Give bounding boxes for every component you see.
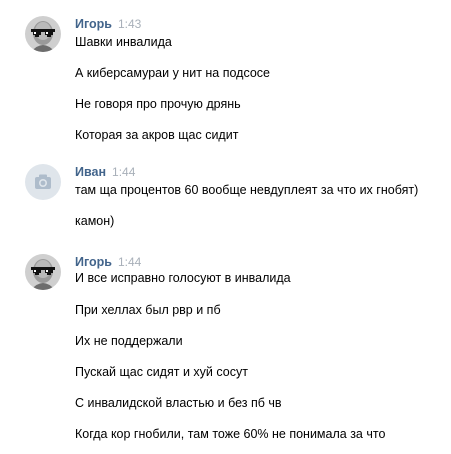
message-text: А киберсамураи у нит на подсосе [75,66,271,80]
message-text: Пускай щас сидят и хуй сосут [75,365,248,379]
camera-icon[interactable] [25,164,61,200]
message-text: При хеллах был рвр и пб [75,303,221,317]
timestamp[interactable]: 1:43 [118,17,141,31]
message-text: И все исправно голосуют в инвалида [75,271,291,285]
message-text: Которая за акров щас сидит [75,128,239,142]
timestamp[interactable]: 1:44 [118,255,141,269]
author-name[interactable]: Игорь [75,17,112,31]
message-text: С инвалидской властью и без пб чв [75,396,282,410]
message-text: там ща процентов 60 вообще невдуплеят за… [75,183,419,197]
chat-history: Игорь 1:43 Шавки инвалида А киберсамураи … [0,0,451,454]
message-text: Когда кор гнобили, там тоже 60% не поним… [75,427,386,441]
sunglasses-avatar-icon[interactable] [25,16,61,52]
timestamp[interactable]: 1:44 [112,165,135,179]
message-text: Их не поддержали [75,334,183,348]
author-name[interactable]: Иван [75,165,106,179]
message-text: Не говоря про прочую дрянь [75,97,241,111]
message-header: Игорь 1:44 [75,254,141,270]
sunglasses-avatar-icon[interactable] [25,254,61,290]
author-name[interactable]: Игорь [75,255,112,269]
message-text: Шавки инвалида [75,35,172,49]
message-header: Иван 1:44 [75,164,135,180]
message-header: Игорь 1:43 [75,16,141,32]
message-text: камон) [75,214,115,228]
